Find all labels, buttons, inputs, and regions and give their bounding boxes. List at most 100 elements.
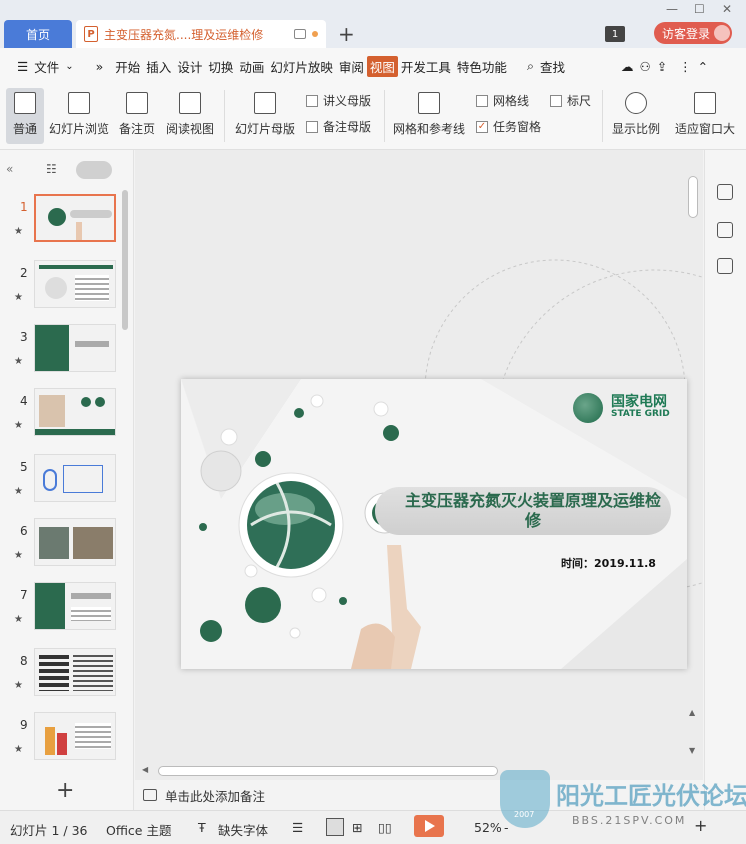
scroll-left-arrow-icon[interactable]: ◀ — [142, 765, 148, 774]
comment-icon — [143, 789, 157, 801]
thumbnail-item[interactable]: 6 ★ — [0, 518, 130, 576]
maximize-icon[interactable]: ☐ — [694, 2, 705, 16]
slide-master-button[interactable]: 幻灯片母版 — [234, 92, 296, 137]
scroll-up-arrow-icon[interactable]: ▲ — [689, 708, 695, 717]
slide-editor[interactable]: 国家电网 STATE GRID 主变压器充氮灭火装置原理及运维检修 时间：201… — [135, 150, 703, 780]
slide-thumbnail[interactable] — [34, 518, 116, 566]
menu-design[interactable]: 设计 — [174, 57, 205, 76]
editor-vertical-scrollbar[interactable] — [688, 176, 698, 218]
normal-view-status-icon[interactable] — [326, 818, 344, 836]
cloud-icon[interactable]: ☁ — [618, 59, 637, 74]
add-slide-button[interactable]: + — [56, 778, 74, 803]
animation-icon[interactable] — [717, 222, 733, 238]
star-icon: ★ — [14, 486, 23, 497]
task-pane-checkbox[interactable]: ✓ 任务窗格 — [476, 118, 541, 135]
thumbnail-item[interactable]: 9 ★ — [0, 712, 130, 770]
slide-thumbnail[interactable] — [34, 454, 116, 502]
ribbon: 普通 幻灯片浏览 备注页 阅读视图 幻灯片母版 讲义母版 备注母版 网格和参考线… — [0, 84, 746, 150]
menu-animation[interactable]: 动画 — [236, 57, 267, 76]
window-count-badge[interactable]: 1 — [605, 26, 625, 42]
slide-thumbnail[interactable] — [34, 324, 116, 372]
handout-master-button[interactable]: 讲义母版 — [306, 92, 371, 109]
share-user-icon[interactable]: ⚇ — [636, 59, 653, 74]
ruler-check-icon — [550, 94, 562, 107]
gridlines-checkbox[interactable]: 网格线 — [476, 92, 529, 109]
fit-window-button[interactable]: 适应窗口大 — [668, 92, 742, 137]
thumbnail-item[interactable]: 5 ★ — [0, 454, 130, 512]
star-icon: ★ — [14, 292, 23, 303]
star-icon: ★ — [14, 744, 23, 755]
close-icon[interactable]: ✕ — [722, 2, 732, 16]
slide-browse-button[interactable]: 幻灯片浏览 — [48, 92, 110, 137]
slide-thumbnail-pane: « ☷ 1 ★ 2 ★ 3 ★ 4 ★ 5 ★ 6 ★ 7 ★ 8 ★ 9 ★ … — [0, 150, 134, 810]
slide-thumbnail[interactable] — [34, 194, 116, 242]
thumbnail-view-toggle[interactable] — [76, 161, 112, 179]
grid-icon — [418, 92, 440, 114]
star-icon: ★ — [14, 550, 23, 561]
menu-review[interactable]: 审阅 — [336, 57, 367, 76]
outline-view-icon[interactable]: ☷ — [46, 162, 57, 176]
ruler-label: 标尺 — [567, 94, 592, 108]
menu-transition[interactable]: 切换 — [205, 57, 236, 76]
login-button[interactable]: 访客登录 — [654, 22, 732, 44]
thumbnail-number: 5 — [20, 460, 28, 474]
slide-title[interactable]: 主变压器充氮灭火装置原理及运维检修 — [401, 491, 665, 531]
thumbnail-item[interactable]: 7 ★ — [0, 582, 130, 640]
slide-thumbnail[interactable] — [34, 648, 116, 696]
zoom-level[interactable]: 52% — [474, 820, 502, 835]
reading-view-button[interactable]: 阅读视图 — [164, 92, 216, 137]
monitor-icon[interactable] — [294, 29, 306, 39]
slide-thumbnail[interactable] — [34, 388, 116, 436]
slide-browse-label: 幻灯片浏览 — [48, 122, 109, 136]
play-slideshow-button[interactable] — [414, 815, 444, 837]
thumbnail-item[interactable]: 3 ★ — [0, 324, 130, 382]
grid-guides-button[interactable]: 网格和参考线 — [392, 92, 466, 137]
slide-thumbnail[interactable] — [34, 260, 116, 308]
menu-insert[interactable]: 插入 — [143, 57, 174, 76]
zoom-button[interactable]: 显示比例 — [610, 92, 662, 137]
notes-toggle-icon[interactable]: ☰ — [292, 820, 303, 835]
slide-date[interactable]: 时间：2019.11.8 — [561, 555, 656, 571]
scroll-down-arrow-icon[interactable]: ▼ — [689, 746, 695, 755]
properties-icon[interactable] — [717, 184, 733, 200]
collapse-ribbon-icon[interactable]: ⌃ — [695, 59, 711, 74]
slide-sorter-status-icon[interactable]: ⊞ — [352, 820, 362, 835]
menu-search[interactable]: 查找 — [537, 57, 568, 76]
transition-icon[interactable] — [717, 258, 733, 274]
current-slide[interactable]: 国家电网 STATE GRID 主变压器充氮灭火装置原理及运维检修 时间：201… — [181, 379, 687, 669]
notes-master-button[interactable]: 备注母版 — [306, 118, 371, 135]
thumbnail-item[interactable]: 1 ★ — [0, 194, 130, 252]
more-icon[interactable]: ⋮ — [676, 59, 695, 74]
hamburger-icon[interactable]: ☰ — [14, 59, 31, 74]
notes-page-icon — [126, 92, 148, 114]
theme-name[interactable]: Office 主题 — [106, 820, 171, 839]
slide-thumbnail[interactable] — [34, 712, 116, 760]
menu-developer[interactable]: 开发工具 — [398, 57, 454, 76]
normal-view-button[interactable]: 普通 — [6, 88, 44, 144]
tab-document[interactable]: P 主变压器充氮....理及运维检修 — [76, 20, 326, 48]
new-tab-button[interactable]: + — [338, 22, 355, 46]
collapse-pane-icon[interactable]: « — [6, 162, 13, 176]
horizontal-scroll-thumb[interactable] — [158, 766, 498, 776]
more-tabs-icon[interactable]: » — [93, 59, 107, 74]
thumbnail-item[interactable]: 2 ★ — [0, 260, 130, 318]
thumbnail-item[interactable]: 4 ★ — [0, 388, 130, 446]
menu-features[interactable]: 特色功能 — [454, 57, 510, 76]
slide-thumbnail[interactable] — [34, 582, 116, 630]
minimize-icon[interactable]: — — [666, 2, 678, 16]
missing-fonts-button[interactable]: 缺失字体 — [218, 820, 268, 839]
menu-slideshow[interactable]: 幻灯片放映 — [267, 57, 336, 76]
menu-file[interactable]: 文件 — [31, 57, 62, 76]
ruler-checkbox[interactable]: 标尺 — [550, 92, 591, 109]
tab-home[interactable]: 首页 — [4, 20, 72, 48]
reading-view-status-icon[interactable]: ▯▯ — [378, 820, 392, 835]
menu-bar: ☰ 文件 ⌄ » 开始 插入 设计 切换 动画 幻灯片放映 审阅 视图 开发工具… — [0, 48, 746, 84]
thumbnail-item[interactable]: 8 ★ — [0, 648, 130, 706]
reading-view-label: 阅读视图 — [165, 122, 214, 136]
menu-view[interactable]: 视图 — [366, 55, 398, 77]
menu-home[interactable]: 开始 — [112, 57, 143, 76]
chevron-down-icon[interactable]: ⌄ — [62, 61, 76, 72]
export-icon[interactable]: ⇪ — [654, 59, 670, 74]
notes-page-button[interactable]: 备注页 — [116, 92, 158, 137]
search-icon[interactable]: ⌕ — [524, 58, 537, 74]
